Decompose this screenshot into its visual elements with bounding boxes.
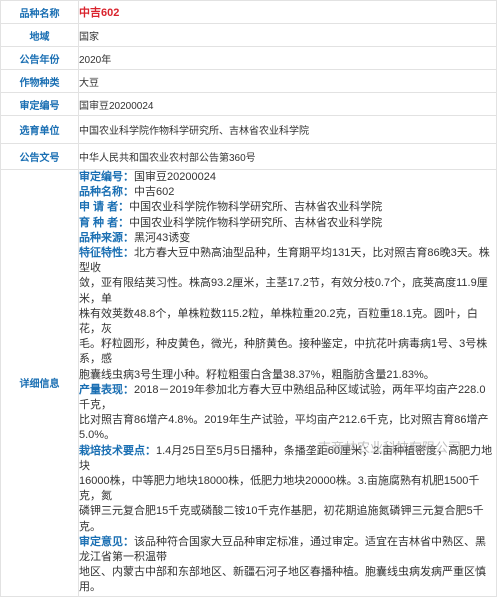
detail-approval-key: 审定编号： — [79, 171, 134, 183]
watermark: 吉商林农业科技有限公司 — [318, 441, 462, 456]
detail-source: 品种来源：黑河43诱变 — [79, 231, 496, 246]
label-region: 地域 — [0, 23, 79, 47]
detail-breeder: 育 种 者：中国农业科学院作物科学研究所、吉林省农业科学院 — [79, 216, 496, 231]
variety-info-table: 品种名称 中吉602 地域 国家 公告年份 2020年 作物种类 大豆 审定编号… — [0, 0, 497, 597]
detail-traits-cont-3: 株有效荚数48.8个，单株粒数115.2粒，单株粒重20.2克，百粒重18.1克… — [79, 307, 478, 336]
detail-cultivation-key: 栽培技术要点： — [79, 444, 156, 457]
value-year: 2020年 — [78, 46, 497, 70]
row-breeding-unit: 选育单位 中国农业科学院作物科学研究所、吉林省农业科学院 — [0, 115, 497, 144]
value-approval-number: 国审豆20200024 — [78, 92, 497, 116]
details-content: 审定编号：国审豆20200024 品种名称：中吉602 申 请 者：中国农业科学… — [78, 169, 497, 597]
row-announcement-number: 公告文号 中华人民共和国农业农村部公告第360号 — [0, 143, 497, 170]
label-announcement-number: 公告文号 — [0, 143, 79, 170]
row-variety-name: 品种名称 中吉602 — [0, 0, 497, 24]
detail-approval: 审定编号：国审豆20200024 — [79, 170, 496, 185]
detail-opinion-cont-2: 地区、内蒙古中部和东部地区、新疆石河子地区春播种植。胞囊线虫病发病严重区慎用。 — [79, 566, 486, 594]
detail-yield-key: 产量表现： — [79, 383, 134, 396]
detail-breeder-value: 中国农业科学院作物科学研究所、吉林省农业科学院 — [129, 216, 383, 229]
detail-applicant-value: 中国农业科学院作物科学研究所、吉林省农业科学院 — [129, 201, 383, 214]
value-crop-type: 大豆 — [78, 69, 497, 93]
label-year: 公告年份 — [0, 46, 79, 70]
detail-traits-line-1: 北方春大豆中熟高油型品种，生育期平均131天，比对照吉育86晚3天。株型收 — [79, 247, 490, 275]
detail-name-value: 中吉602 — [134, 186, 175, 199]
label-details: 详细信息 — [0, 169, 79, 597]
detail-yield-line-1: 2018－2019年参加北方春大豆中熟组品种区域试验，两年平均亩产228.0千克… — [79, 383, 486, 412]
detail-yield: 产量表现：2018－2019年参加北方春大豆中熟组品种区域试验，两年平均亩产22… — [79, 383, 496, 413]
detail-traits: 特征特性：北方春大豆中熟高油型品种，生育期平均131天，比对照吉育86晚3天。株… — [79, 246, 496, 276]
detail-yield-cont-2: 比对照吉育86增产4.8%。2019年生产试验，平均亩产212.6千克，比对照吉… — [79, 414, 489, 427]
detail-opinion-line-1: 该品种符合国家大豆品种审定标准，通过审定。适宜在吉林省中熟区、黑龙江省第一积温带 — [79, 535, 486, 564]
value-breeding-unit: 中国农业科学院作物科学研究所、吉林省农业科学院 — [78, 115, 497, 144]
label-crop-type: 作物种类 — [0, 69, 79, 93]
detail-applicant-key: 申 请 者： — [79, 201, 130, 214]
label-variety-name: 品种名称 — [0, 0, 79, 24]
label-breeding-unit: 选育单位 — [0, 115, 79, 144]
value-announcement-number: 中华人民共和国农业农村部公告第360号 — [78, 143, 497, 170]
detail-applicant: 申 请 者：中国农业科学院作物科学研究所、吉林省农业科学院 — [79, 200, 496, 215]
detail-opinion-key: 审定意见： — [79, 535, 134, 548]
row-approval-number: 审定编号 国审豆20200024 — [0, 92, 497, 116]
row-year: 公告年份 2020年 — [0, 46, 497, 70]
value-variety-name: 中吉602 — [78, 0, 497, 24]
detail-traits-cont-2: 敛，亚有限结荚习性。株高93.2厘米，主茎17.2节，有效分枝0.7个，底荚高度… — [79, 277, 488, 305]
detail-cultivation-cont-3: 磷钾三元复合肥15千克或磷酸二铵10千克作基肥，初花期追施氮磷钾三元复合肥5千克… — [79, 505, 484, 533]
detail-source-key: 品种来源： — [79, 231, 134, 244]
row-region: 地域 国家 — [0, 23, 497, 47]
detail-traits-cont-4: 毛。籽粒圆形，种皮黄色，微光，种脐黄色。接种鉴定，中抗花叶病毒病1号、3号株系，… — [79, 338, 488, 366]
detail-traits-key: 特征特性： — [79, 247, 134, 260]
value-region: 国家 — [78, 23, 497, 47]
detail-approval-value: 国审豆20200024 — [134, 171, 216, 183]
detail-opinion: 审定意见：该品种符合国家大豆品种审定标准，通过审定。适宜在吉林省中熟区、黑龙江省… — [79, 535, 496, 565]
detail-cultivation-cont-2: 16000株，中等肥力地块18000株，低肥力地块20000株。3.亩施腐熟有机… — [79, 475, 480, 503]
detail-name-key: 品种名称： — [79, 186, 134, 199]
detail-source-value: 黑河43诱变 — [134, 231, 191, 244]
label-approval-number: 审定编号 — [0, 92, 79, 116]
row-crop-type: 作物种类 大豆 — [0, 69, 497, 93]
row-details: 详细信息 审定编号：国审豆20200024 品种名称：中吉602 申 请 者：中… — [0, 169, 497, 597]
detail-breeder-key: 育 种 者： — [79, 216, 130, 229]
detail-name: 品种名称：中吉602 — [79, 185, 496, 200]
detail-traits-cont-5: 胞囊线虫病3号生理小种。籽粒粗蛋白含量38.37%，粗脂肪含量21.83%。 — [79, 368, 435, 381]
